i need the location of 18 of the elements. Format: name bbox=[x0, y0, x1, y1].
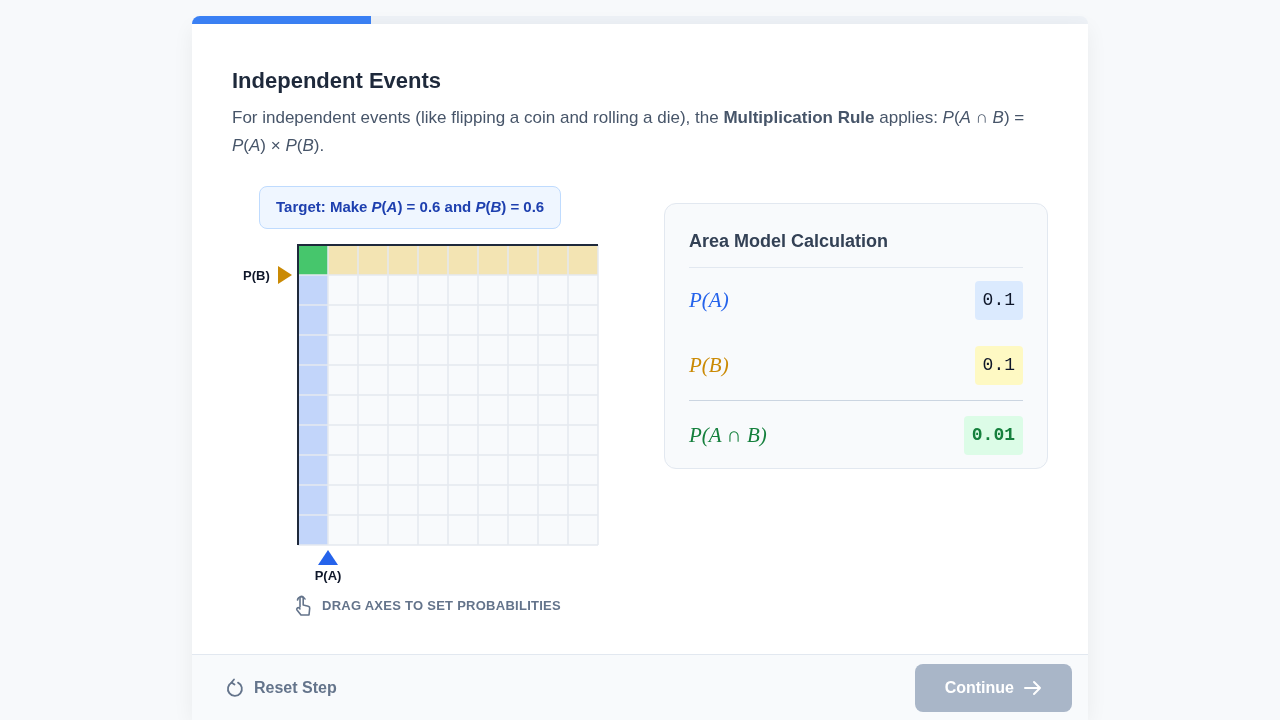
drag-hint: DRAG AXES TO SET PROBABILITIES bbox=[322, 597, 561, 616]
probability-a-label: P(A) bbox=[314, 567, 342, 583]
intro-paragraph: For independent events (like flipping a coin and rolling a die), the Multiplication Rule applies: P(A ∩ B) = P(A) × P(B). bbox=[232, 107, 1026, 158]
probability-label: P(A ∩ B) bbox=[689, 422, 767, 450]
probability-value: 0.1 bbox=[974, 346, 1023, 386]
probability-b-label: P(B) bbox=[243, 267, 270, 283]
probability-value: 0.01 bbox=[963, 416, 1023, 456]
probability-label: P(B) bbox=[689, 352, 729, 380]
target-callout: Target: Make P(A) = 0.6 and P(B) = 0.6 bbox=[259, 186, 562, 229]
a-handle[interactable] bbox=[318, 549, 338, 565]
probability-label: P(A) bbox=[689, 287, 729, 315]
reset-icon bbox=[226, 677, 244, 698]
lesson-title: Independent Events bbox=[232, 68, 443, 95]
b-handle[interactable] bbox=[278, 265, 292, 284]
panel-title: Area Model Calculation bbox=[689, 228, 1023, 269]
probability-value: 0.1 bbox=[974, 281, 1023, 321]
reset-button[interactable]: Reset Step bbox=[226, 675, 337, 700]
arrow-right-icon bbox=[1024, 679, 1042, 696]
